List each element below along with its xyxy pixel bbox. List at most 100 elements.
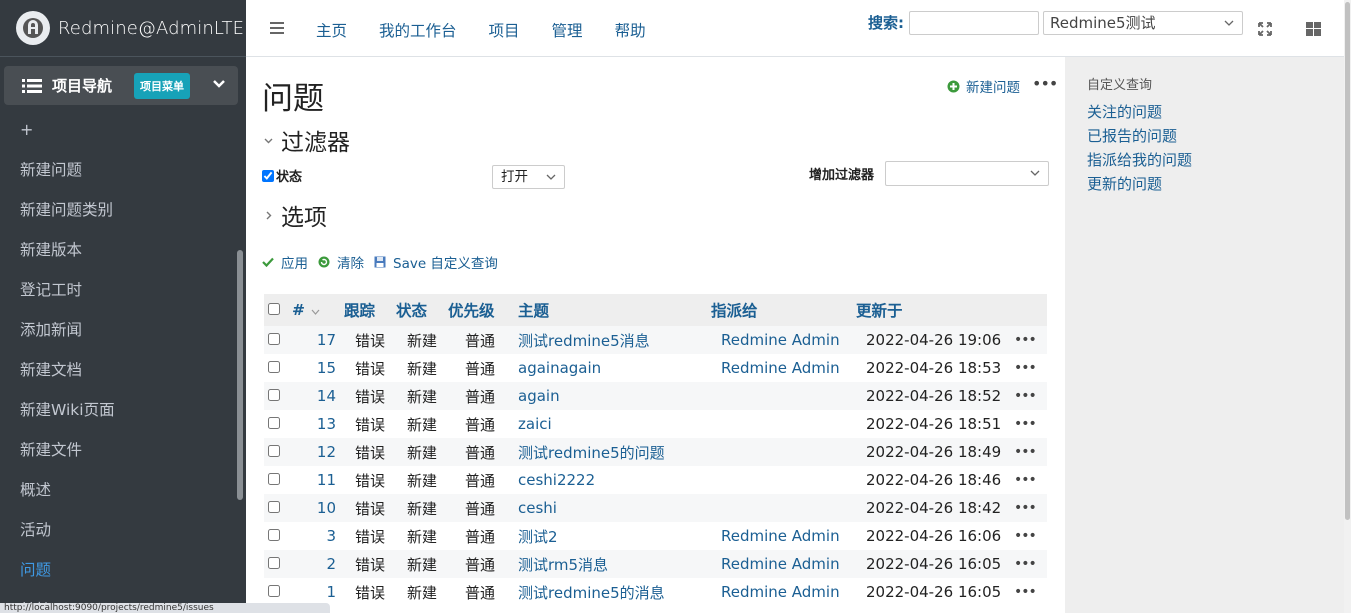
issue-assignee-link[interactable] [704,494,854,522]
table-row[interactable]: 10 错误 新建 普通 ceshi 2022-04-26 18:42 ••• [264,494,1047,522]
row-checkbox[interactable] [268,501,280,513]
options-toggle[interactable]: 选项 [264,198,327,232]
issue-subject-link[interactable]: zaici [512,410,704,438]
issue-assignee-link[interactable] [704,466,854,494]
chevron-down-icon[interactable] [212,77,226,91]
nav-home[interactable]: 主页 [316,19,347,41]
table-row[interactable]: 14 错误 新建 普通 again 2022-04-26 18:52 ••• [264,382,1047,410]
issue-assignee-link[interactable]: Redmine Admin [704,550,854,578]
clear-button[interactable]: 清除 [318,252,364,272]
issue-subject-link[interactable]: 测试redmine5的消息 [512,578,704,606]
row-more-actions-icon[interactable]: ••• [1004,494,1047,522]
nav-help[interactable]: 帮助 [615,19,646,41]
sidebar-item-new-category[interactable]: 新建问题类别 [0,190,240,230]
col-updated[interactable]: 更新于 [854,294,1004,326]
row-checkbox[interactable] [268,585,280,597]
query-link-updated[interactable]: 更新的问题 [1087,173,1192,197]
table-row[interactable]: 17 错误 新建 普通 测试redmine5消息 Redmine Admin 2022-04… [264,326,1047,354]
query-link-watched[interactable]: 关注的问题 [1087,101,1192,125]
row-more-actions-icon[interactable]: ••• [1004,466,1047,494]
query-link-reported[interactable]: 已报告的问题 [1087,125,1192,149]
row-more-actions-icon[interactable]: ••• [1004,438,1047,466]
issue-subject-link[interactable]: 测试redmine5的问题 [512,438,704,466]
project-jump-select[interactable]: Redmine5测试 [1043,11,1243,35]
table-row[interactable]: 15 错误 新建 普通 againagain Redmine Admin 2022-04-2… [264,354,1047,382]
row-more-actions-icon[interactable]: ••• [1004,550,1047,578]
row-more-actions-icon[interactable]: ••• [1004,410,1047,438]
sidebar-item-new-version[interactable]: 新建版本 [0,230,240,270]
sidebar-item-new-issue[interactable]: 新建问题 [0,150,240,190]
issue-subject-link[interactable]: ceshi [512,494,704,522]
brand-link[interactable]: Redmine@AdminLTE [0,0,246,57]
new-issue-link[interactable]: 新建问题 [947,76,1020,96]
col-subject[interactable]: 主题 [512,294,704,326]
hamburger-menu-icon[interactable] [270,22,284,34]
col-id[interactable]: # [292,294,344,326]
row-checkbox[interactable] [268,445,280,457]
sidebar-item-new-wiki-page[interactable]: 新建Wiki页面 [0,390,240,430]
sidebar-scrollbar[interactable] [237,250,243,500]
search-input[interactable] [909,11,1039,35]
table-row[interactable]: 12 错误 新建 普通 测试redmine5的问题 2022-04-26 18:49 ••• [264,438,1047,466]
issue-assignee-link[interactable]: Redmine Admin [704,578,854,606]
issue-id-link[interactable]: 15 [292,354,344,382]
page-scrollbar-thumb[interactable] [1345,2,1350,520]
row-checkbox[interactable] [268,333,280,345]
issue-id-link[interactable]: 10 [292,494,344,522]
filters-toggle[interactable]: 过滤器 [264,123,350,157]
issue-id-link[interactable]: 12 [292,438,344,466]
issue-assignee-link[interactable] [704,438,854,466]
plus-icon[interactable]: + [20,120,33,139]
fullscreen-icon[interactable] [1258,22,1272,36]
issue-assignee-link[interactable]: Redmine Admin [704,354,854,382]
col-status[interactable]: 状态 [396,294,448,326]
sidebar-item-activity[interactable]: 活动 [0,510,240,550]
row-more-actions-icon[interactable]: ••• [1004,578,1047,606]
issue-subject-link[interactable]: again [512,382,704,410]
issue-id-link[interactable]: 11 [292,466,344,494]
table-row[interactable]: 1 错误 新建 普通 测试redmine5的消息 Redmine Admin 2022-04… [264,578,1047,606]
issue-id-link[interactable]: 17 [292,326,344,354]
apply-button[interactable]: 应用 [262,252,308,272]
issue-id-link[interactable]: 3 [292,522,344,550]
sidebar-item-new-document[interactable]: 新建文档 [0,350,240,390]
grid-layout-icon[interactable] [1306,22,1321,36]
page-scrollbar[interactable] [1344,0,1351,613]
col-priority[interactable]: 优先级 [448,294,512,326]
row-checkbox[interactable] [268,417,280,429]
row-checkbox[interactable] [268,389,280,401]
add-filter-select[interactable] [885,161,1049,186]
issue-subject-link[interactable]: 测试2 [512,522,704,550]
row-more-actions-icon[interactable]: ••• [1004,382,1047,410]
issue-assignee-link[interactable]: Redmine Admin [704,522,854,550]
issue-assignee-link[interactable]: Redmine Admin [704,326,854,354]
issue-subject-link[interactable]: againagain [512,354,704,382]
col-assignee[interactable]: 指派给 [704,294,854,326]
table-row[interactable]: 2 错误 新建 普通 测试rm5消息 Redmine Admin 2022-04-26 16… [264,550,1047,578]
sidebar-item-new-file[interactable]: 新建文件 [0,430,240,470]
nav-my-page[interactable]: 我的工作台 [379,19,457,41]
save-query-button[interactable]: Save 自定义查询 [374,252,498,272]
issue-subject-link[interactable]: 测试rm5消息 [512,550,704,578]
row-more-actions-icon[interactable]: ••• [1004,522,1047,550]
nav-admin[interactable]: 管理 [552,19,583,41]
sidebar-item-add-news[interactable]: 添加新闻 [0,310,240,350]
issue-id-link[interactable]: 14 [292,382,344,410]
col-tracker[interactable]: 跟踪 [344,294,396,326]
issue-id-link[interactable]: 1 [292,578,344,606]
table-row[interactable]: 11 错误 新建 普通 ceshi2222 2022-04-26 18:46 ••• [264,466,1047,494]
nav-projects[interactable]: 项目 [489,19,520,41]
row-checkbox[interactable] [268,361,280,373]
row-checkbox[interactable] [268,557,280,569]
sidebar-item-overview[interactable]: 概述 [0,470,240,510]
sidebar-item-issues[interactable]: 问题 [0,550,240,590]
status-filter-checkbox[interactable] [262,169,274,182]
project-nav-header[interactable]: 项目导航 项目菜单 [4,66,238,105]
row-checkbox[interactable] [268,529,280,541]
issue-subject-link[interactable]: ceshi2222 [512,466,704,494]
status-operator-select[interactable]: 打开 [492,165,565,189]
query-link-assigned[interactable]: 指派给我的问题 [1087,149,1192,173]
issue-assignee-link[interactable] [704,410,854,438]
row-more-actions-icon[interactable]: ••• [1004,354,1047,382]
sidebar-item-log-time[interactable]: 登记工时 [0,270,240,310]
